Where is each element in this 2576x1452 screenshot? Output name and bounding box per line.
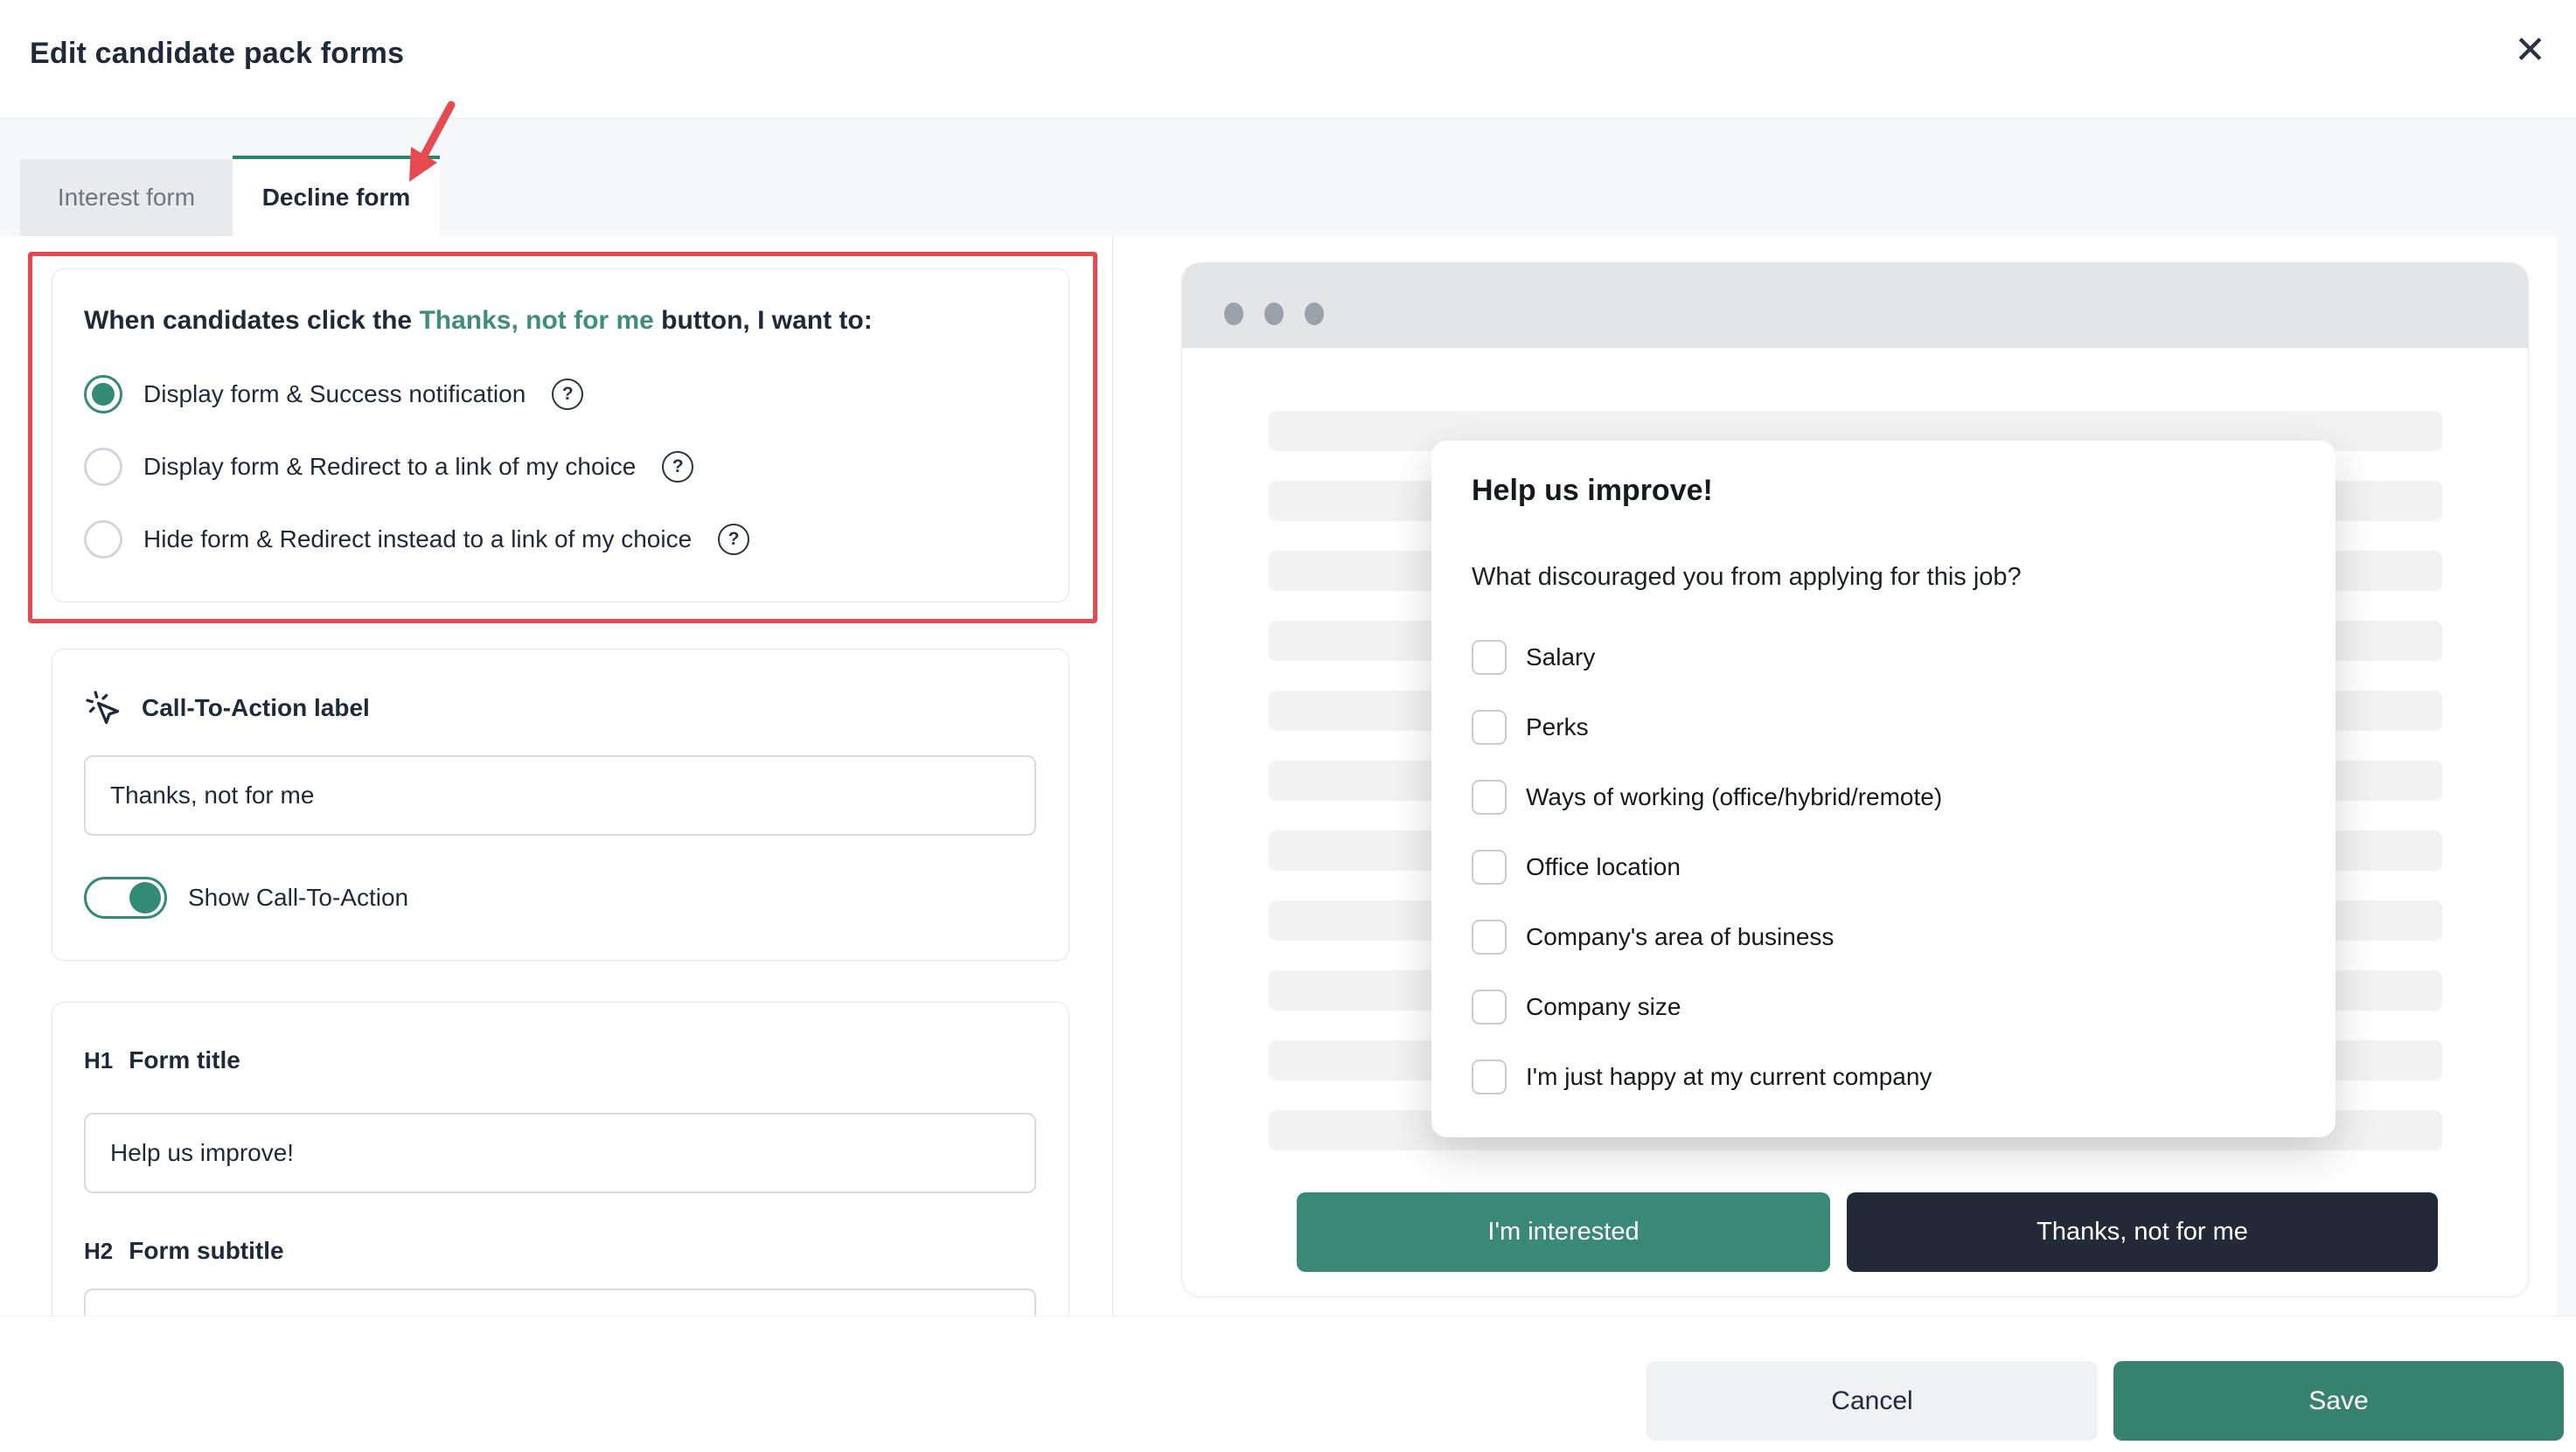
- checkbox-label: Company size: [1526, 993, 1681, 1021]
- checkbox-label: Ways of working (office/hybrid/remote): [1526, 783, 1942, 811]
- form-subtitle-label-row: H2 Form subtitle: [84, 1237, 284, 1265]
- h2-tag: H2: [84, 1238, 113, 1265]
- radio-option-label: Hide form & Redirect instead to a link o…: [143, 525, 692, 553]
- close-icon[interactable]: ✕: [2514, 31, 2546, 70]
- checkbox-row[interactable]: I'm just happy at my current company: [1472, 1059, 1942, 1094]
- radio-option[interactable]: Display form & Success notification?: [84, 375, 749, 413]
- checkbox-row[interactable]: Perks: [1472, 710, 1942, 745]
- preview-form-question: What discouraged you from applying for t…: [1472, 563, 2022, 592]
- cta-input[interactable]: [84, 755, 1036, 836]
- preview-body: Help us improve! What discouraged you fr…: [1182, 348, 2528, 1296]
- checkbox-row[interactable]: Salary: [1472, 640, 1942, 675]
- cancel-button[interactable]: Cancel: [1647, 1361, 2098, 1441]
- help-icon[interactable]: ?: [662, 451, 693, 483]
- form-title-input[interactable]: [84, 1113, 1036, 1193]
- decision-card: When candidates click the Thanks, not fo…: [52, 268, 1069, 602]
- toggle-knob: [129, 882, 161, 914]
- checkbox-row[interactable]: Company size: [1472, 990, 1942, 1025]
- preview-browser-bar: [1182, 263, 2528, 348]
- tab-decline-form[interactable]: Decline form: [233, 156, 440, 236]
- modal-header: Edit candidate pack forms ✕: [0, 0, 2576, 119]
- tab-strip: Interest form Decline form: [0, 119, 2576, 236]
- window-dot-icon: [1264, 302, 1284, 325]
- toggle-label: Show Call-To-Action: [188, 884, 408, 912]
- checkbox[interactable]: [1472, 920, 1507, 955]
- help-icon[interactable]: ?: [552, 379, 583, 410]
- cta-label: Call-To-Action label: [142, 694, 370, 722]
- checkbox-label: Perks: [1526, 713, 1589, 741]
- form-subtitle-input[interactable]: [84, 1289, 1036, 1316]
- checkbox-row[interactable]: Office location: [1472, 850, 1942, 885]
- help-icon[interactable]: ?: [718, 524, 749, 555]
- cta-toggle-row: Show Call-To-Action: [84, 877, 408, 919]
- checkbox-label: Salary: [1526, 643, 1595, 671]
- window-dot-icon: [1224, 302, 1243, 325]
- checkbox[interactable]: [1472, 640, 1507, 675]
- window-dot-icon: [1305, 302, 1324, 325]
- interested-button[interactable]: I'm interested: [1297, 1192, 1830, 1272]
- radio-option[interactable]: Display form & Redirect to a link of my …: [84, 448, 749, 486]
- checkbox-list: Salary Perks Ways of working (office/hybri…: [1472, 640, 1942, 1094]
- show-cta-toggle[interactable]: [84, 877, 167, 919]
- radio-option-label: Display form & Redirect to a link of my …: [143, 453, 636, 481]
- form-title-label-row: H1 Form title: [84, 1046, 240, 1074]
- column-divider: [1112, 236, 1113, 1316]
- checkbox-label: Company's area of business: [1526, 923, 1834, 951]
- checkbox[interactable]: [1472, 1059, 1507, 1094]
- page-title: Edit candidate pack forms: [30, 37, 404, 71]
- decision-heading: When candidates click the Thanks, not fo…: [84, 306, 873, 336]
- radio-option-label: Display form & Success notification: [143, 380, 526, 408]
- tab-interest-form[interactable]: Interest form: [20, 159, 233, 236]
- cta-label-row: Call-To-Action label: [84, 689, 370, 727]
- form-subtitle-label: Form subtitle: [129, 1237, 283, 1265]
- preview-form-title: Help us improve!: [1472, 474, 1713, 508]
- cursor-click-icon: [84, 689, 122, 727]
- radio-option[interactable]: Hide form & Redirect instead to a link o…: [84, 520, 749, 559]
- decision-heading-prefix: When candidates click the: [84, 306, 419, 335]
- form-text-card: H1 Form title H2 Form subtitle: [52, 1002, 1069, 1316]
- scrollbar-gutter[interactable]: [2557, 236, 2576, 1316]
- save-button[interactable]: Save: [2113, 1361, 2564, 1441]
- radio-button[interactable]: [84, 375, 122, 413]
- checkbox-row[interactable]: Ways of working (office/hybrid/remote): [1472, 780, 1942, 815]
- checkbox[interactable]: [1472, 710, 1507, 745]
- form-title-label: Form title: [129, 1046, 240, 1074]
- checkbox-label: I'm just happy at my current company: [1526, 1063, 1932, 1091]
- modal-footer: Cancel Save: [0, 1316, 2576, 1452]
- checkbox-label: Office location: [1526, 853, 1681, 881]
- radio-button[interactable]: [84, 520, 122, 559]
- checkbox[interactable]: [1472, 850, 1507, 885]
- cta-card: Call-To-Action label Show Call-To-Action: [52, 649, 1069, 961]
- decline-button[interactable]: Thanks, not for me: [1847, 1192, 2438, 1272]
- checkbox-row[interactable]: Company's area of business: [1472, 920, 1942, 955]
- radio-button[interactable]: [84, 448, 122, 486]
- checkbox[interactable]: [1472, 990, 1507, 1025]
- preview-form-card: Help us improve! What discouraged you fr…: [1431, 441, 2336, 1137]
- h1-tag: H1: [84, 1047, 113, 1074]
- form-preview-panel: Help us improve! What discouraged you fr…: [1181, 262, 2529, 1297]
- modal-body: When candidates click the Thanks, not fo…: [0, 236, 2576, 1316]
- radio-option-list: Display form & Success notification?Disp…: [84, 375, 749, 559]
- decision-heading-suffix: button, I want to:: [654, 306, 873, 335]
- decision-heading-highlight: Thanks, not for me: [419, 306, 653, 335]
- checkbox[interactable]: [1472, 780, 1507, 815]
